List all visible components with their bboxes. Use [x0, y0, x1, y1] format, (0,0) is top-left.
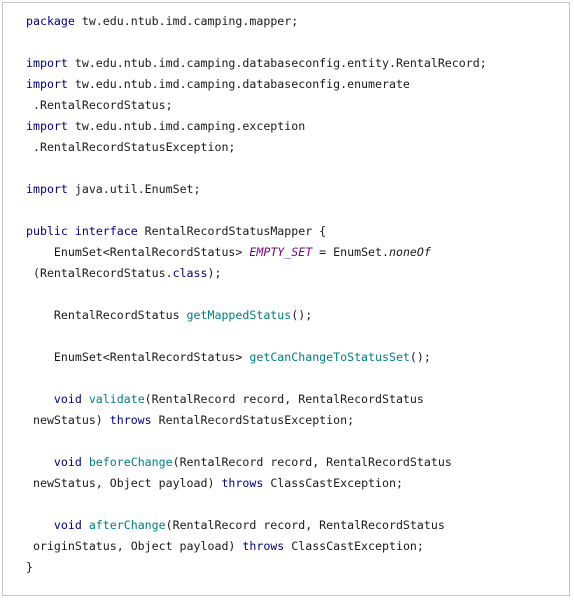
argument-start: (RentalRecordStatus.: [26, 266, 173, 280]
keyword-interface: interface: [74, 224, 138, 238]
keyword-import: import: [26, 119, 68, 133]
code-line-11: public interface RentalRecordStatusMappe…: [26, 221, 487, 242]
import-path-continuation: .RentalRecordStatus;: [26, 98, 173, 112]
import-path: java.util.EnumSet;: [67, 182, 201, 196]
method-params: (RentalRecord record, RentalRecordStatus: [165, 518, 445, 532]
method-validate: validate: [88, 392, 145, 406]
code-line-22: void beforeChange(RentalRecord record, R…: [26, 452, 487, 473]
code-line-1: package tw.edu.ntub.imd.camping.mapper;: [26, 11, 487, 32]
code-line-19: void validate(RentalRecord record, Renta…: [26, 389, 487, 410]
keyword-import: import: [26, 56, 68, 70]
keyword-void: void: [53, 518, 82, 532]
code-block: package tw.edu.ntub.imd.camping.mapper; i…: [2, 2, 570, 596]
return-type: EnumSet<RentalRecordStatus>: [26, 350, 250, 364]
method-params-continuation: originStatus, Object payload): [26, 539, 243, 553]
exception-type: RentalRecordStatusException;: [151, 413, 355, 427]
interface-declaration: RentalRecordStatusMapper {: [137, 224, 327, 238]
keyword-throws: throws: [242, 539, 285, 553]
package-name: tw.edu.ntub.imd.camping.mapper;: [74, 14, 299, 28]
code-line-5: .RentalRecordStatus;: [26, 95, 487, 116]
keyword-import: import: [26, 182, 68, 196]
keyword-class: class: [172, 266, 208, 280]
method-params-continuation: newStatus): [26, 413, 110, 427]
method-before-change: beforeChange: [88, 455, 173, 469]
import-path-continuation: .RentalRecordStatusException;: [26, 140, 236, 154]
static-method-noneof: noneOf: [388, 245, 431, 259]
constant-empty-set: EMPTY_SET: [249, 245, 313, 259]
code-line-6: import tw.edu.ntub.imd.camping.exception: [26, 116, 487, 137]
method-params-continuation: newStatus, Object payload): [26, 476, 222, 490]
code-line-15: RentalRecordStatus getMappedStatus();: [26, 305, 487, 326]
import-path: tw.edu.ntub.imd.camping.databaseconfig.e…: [67, 56, 487, 70]
keyword-void: void: [53, 455, 82, 469]
code-line-27: }: [26, 557, 487, 578]
field-type: EnumSet<RentalRecordStatus>: [26, 245, 250, 259]
code-line-17: EnumSet<RentalRecordStatus> getCanChange…: [26, 347, 487, 368]
code-line-23: newStatus, Object payload) throws ClassC…: [26, 473, 487, 494]
code-line-26: originStatus, Object payload) throws Cla…: [26, 536, 487, 557]
exception-type: ClassCastException;: [284, 539, 424, 553]
closing-brace: }: [26, 560, 33, 574]
import-path: tw.edu.ntub.imd.camping.exception: [67, 119, 306, 133]
keyword-public: public: [26, 224, 68, 238]
exception-type: ClassCastException;: [263, 476, 403, 490]
return-type: RentalRecordStatus: [26, 308, 187, 322]
code-line-20: newStatus) throws RentalRecordStatusExce…: [26, 410, 487, 431]
method-params: (RentalRecord record, RentalRecordStatus: [144, 392, 424, 406]
keyword-throws: throws: [221, 476, 264, 490]
keyword-package: package: [26, 14, 75, 28]
method-params: ();: [409, 350, 431, 364]
code-line-9: import java.util.EnumSet;: [26, 179, 487, 200]
field-initializer: = EnumSet.: [312, 245, 389, 259]
method-get-can-change-to-status-set: getCanChangeToStatusSet: [249, 350, 410, 364]
code-line-13: (RentalRecordStatus.class);: [26, 263, 487, 284]
keyword-throws: throws: [109, 413, 152, 427]
code-line-12: EnumSet<RentalRecordStatus> EMPTY_SET = …: [26, 242, 487, 263]
import-path: tw.edu.ntub.imd.camping.databaseconfig.e…: [67, 77, 410, 91]
code-line-25: void afterChange(RentalRecord record, Re…: [26, 515, 487, 536]
keyword-void: void: [53, 392, 82, 406]
code-line-7: .RentalRecordStatusException;: [26, 137, 487, 158]
argument-end: );: [207, 266, 222, 280]
method-get-mapped-status: getMappedStatus: [186, 308, 292, 322]
method-params: ();: [291, 308, 313, 322]
keyword-import: import: [26, 77, 68, 91]
method-params: (RentalRecord record, RentalRecordStatus: [172, 455, 452, 469]
code-line-4: import tw.edu.ntub.imd.camping.databasec…: [26, 74, 487, 95]
code-line-3: import tw.edu.ntub.imd.camping.databasec…: [26, 53, 487, 74]
code-content: package tw.edu.ntub.imd.camping.mapper; i…: [26, 11, 487, 578]
method-after-change: afterChange: [88, 518, 166, 532]
